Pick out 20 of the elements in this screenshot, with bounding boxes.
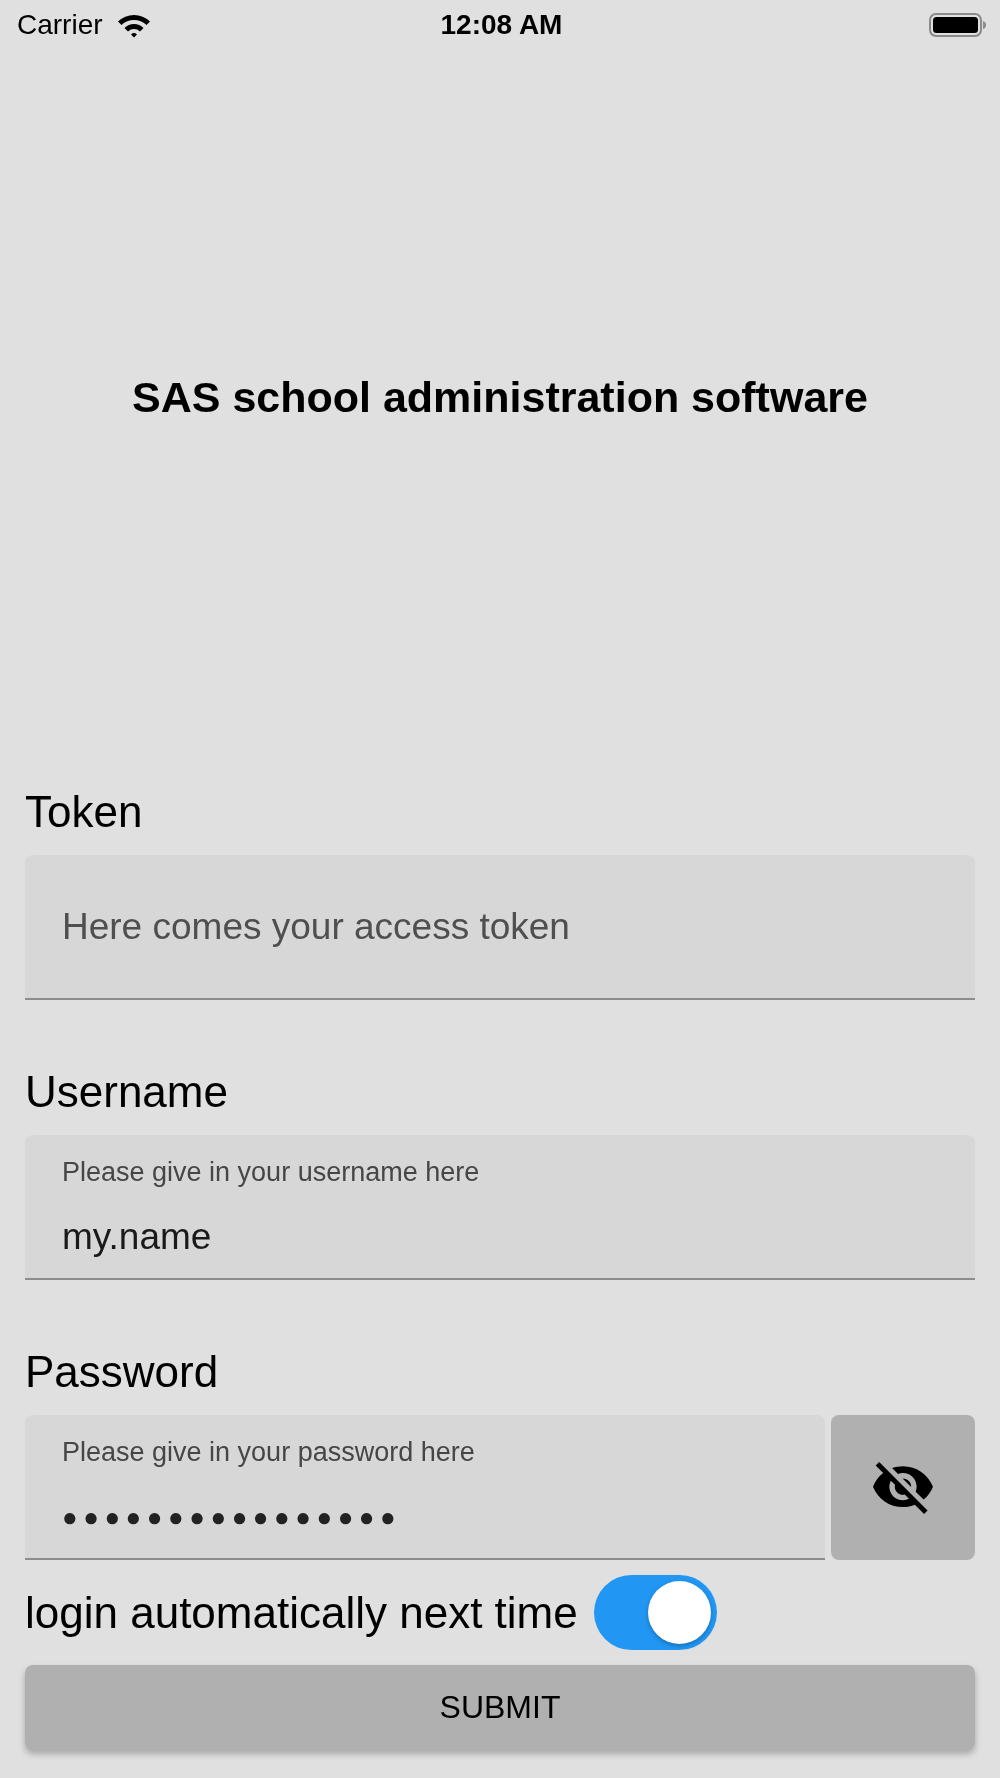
username-input-field[interactable]: Please give in your username here my.name — [25, 1135, 975, 1280]
token-input-field[interactable]: Here comes your access token — [25, 855, 975, 1000]
password-label: Password — [25, 1347, 219, 1397]
username-label: Username — [25, 1067, 228, 1117]
password-value: ●●●●●●●●●●●●●●●● — [62, 1501, 402, 1534]
battery-icon — [929, 13, 986, 37]
password-floating-label: Please give in your password here — [62, 1436, 475, 1468]
carrier-label: Carrier — [17, 8, 103, 42]
password-input-field[interactable]: Please give in your password here ●●●●●●●●●●●●●●●● — [25, 1415, 825, 1560]
username-floating-label: Please give in your username here — [62, 1156, 480, 1188]
wifi-icon — [116, 12, 151, 38]
eye-slash-icon — [873, 1461, 933, 1514]
app-title: SAS school administration software — [132, 375, 868, 419]
password-visibility-button[interactable] — [831, 1415, 975, 1560]
token-label: Token — [25, 787, 143, 837]
clock-time: 12:08 AM — [440, 8, 563, 42]
auto-login-label: login automatically next time — [25, 1586, 578, 1639]
username-value: my.name — [62, 1215, 212, 1259]
token-placeholder: Here comes your access token — [62, 904, 570, 949]
submit-button[interactable]: SUBMIT — [25, 1665, 975, 1750]
